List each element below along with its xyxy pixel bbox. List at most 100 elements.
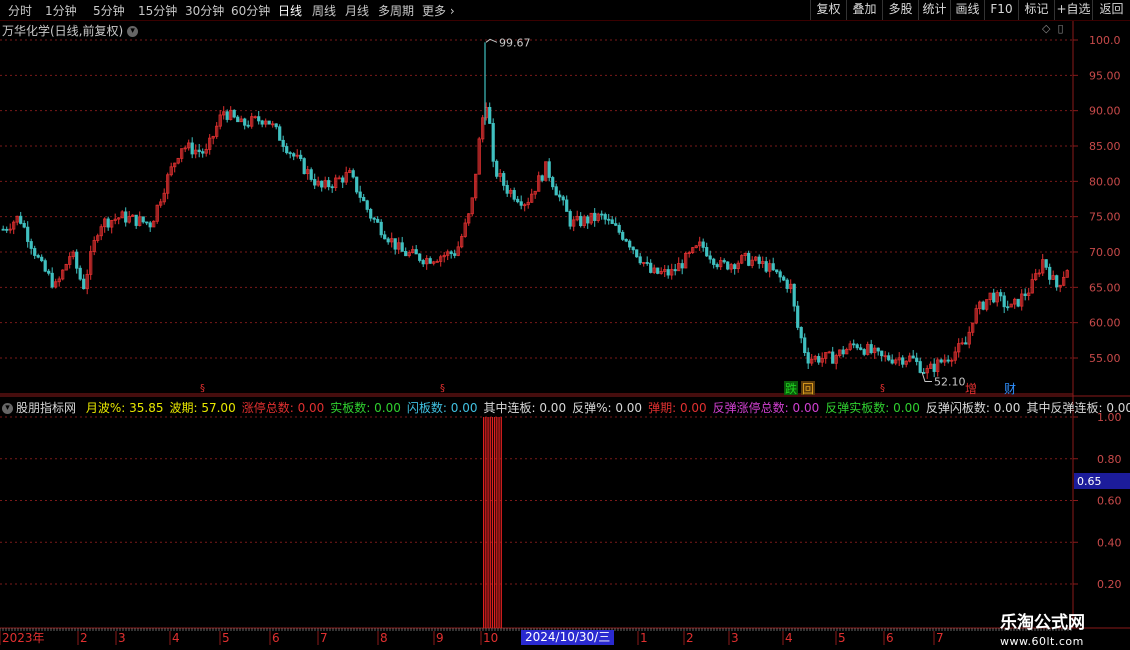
indicator-bar bbox=[494, 417, 496, 628]
candle-body bbox=[453, 253, 457, 256]
candle-body bbox=[775, 269, 779, 273]
indicator-tick-label: 0.80 bbox=[1097, 453, 1122, 466]
candle-body bbox=[579, 215, 583, 227]
candle-body bbox=[785, 279, 789, 289]
indicator-field-value: 0.00 bbox=[893, 401, 920, 415]
candle-body bbox=[26, 226, 30, 242]
indicator-tick-label: 0.20 bbox=[1097, 578, 1122, 591]
candle-body bbox=[610, 219, 614, 225]
indicator-bar bbox=[485, 417, 487, 628]
indicator-field-label: 其中连板 bbox=[483, 401, 532, 415]
candle-body bbox=[859, 347, 863, 350]
candle-body bbox=[225, 111, 229, 120]
candle-body bbox=[404, 250, 408, 257]
price-tick-label: 100.0 bbox=[1089, 34, 1121, 47]
candle-body bbox=[614, 223, 618, 226]
candle-body bbox=[274, 123, 278, 128]
candle-body bbox=[551, 177, 555, 188]
candle-body bbox=[145, 221, 149, 224]
indicator-field: 其中连板: 0.00 bbox=[483, 401, 567, 415]
indicator-field-label: 月波% bbox=[85, 401, 122, 415]
candle-body bbox=[708, 255, 712, 260]
candle-body bbox=[197, 149, 201, 153]
candle-body bbox=[428, 258, 432, 264]
candle-body bbox=[992, 292, 996, 303]
candle-body bbox=[309, 169, 313, 180]
candle-body bbox=[999, 292, 1003, 297]
candle-body bbox=[134, 214, 138, 226]
candle-body bbox=[351, 170, 355, 178]
indicator-field-value: 0.00 bbox=[450, 401, 478, 415]
candle-body bbox=[757, 256, 761, 264]
candle-body bbox=[201, 151, 205, 154]
candle-body bbox=[792, 283, 796, 307]
candle-body bbox=[512, 190, 516, 200]
indicator-field-label: 反弹涨停总数 bbox=[712, 401, 785, 415]
candle-body bbox=[747, 252, 751, 266]
candle-body bbox=[1023, 293, 1027, 297]
candle-body bbox=[964, 342, 968, 345]
candle-body bbox=[726, 261, 730, 270]
indicator-chevron-icon[interactable]: ▾ bbox=[2, 403, 13, 414]
candle-body bbox=[1002, 295, 1006, 308]
price-tick-label: 80.00 bbox=[1089, 175, 1121, 188]
candle-body bbox=[75, 251, 79, 269]
indicator-bar bbox=[489, 417, 491, 628]
candle-body bbox=[421, 260, 425, 265]
date-label: 1 bbox=[640, 631, 648, 645]
indicator-field: 弹期: 0.00 bbox=[648, 401, 707, 415]
candle-body bbox=[505, 185, 509, 194]
indicator-field-value: 0.00 bbox=[539, 401, 567, 415]
candle-body bbox=[1016, 298, 1020, 307]
indicator-field-label: 闪板数 bbox=[406, 401, 443, 415]
candle-body bbox=[911, 355, 915, 359]
event-marker[interactable]: 财 bbox=[1004, 382, 1016, 396]
indicator-field-label: 涨停总数 bbox=[241, 401, 290, 415]
indicator-field: 闪板数: 0.00 bbox=[406, 401, 478, 415]
candle-body bbox=[649, 262, 653, 273]
candle-body bbox=[701, 241, 705, 248]
candle-body bbox=[299, 154, 303, 159]
candle-body bbox=[855, 344, 859, 349]
indicator-field: 涨停总数: 0.00 bbox=[241, 401, 325, 415]
indicator-field: 实板数: 0.00 bbox=[330, 401, 401, 415]
candle-body bbox=[267, 120, 271, 125]
candle-body bbox=[502, 173, 506, 186]
indicator-bar bbox=[491, 417, 494, 628]
candle-body bbox=[1006, 306, 1010, 309]
candle-body bbox=[918, 361, 922, 373]
indicator-field-value: 0.00 bbox=[374, 401, 401, 415]
candle-body bbox=[141, 216, 145, 223]
indicator-field: 月波%: 35.85 bbox=[85, 401, 164, 415]
candle-body bbox=[638, 256, 642, 264]
candle-body bbox=[771, 263, 775, 271]
event-marker[interactable]: 跌 bbox=[785, 381, 797, 396]
price-tick-label: 65.00 bbox=[1089, 281, 1121, 294]
candle-body bbox=[365, 200, 369, 210]
date-label: 5 bbox=[222, 631, 230, 645]
candle-body bbox=[880, 350, 884, 357]
date-label: 6 bbox=[886, 631, 894, 645]
price-tick-label: 90.00 bbox=[1089, 105, 1121, 118]
candle-body bbox=[341, 177, 345, 183]
candle-body bbox=[47, 270, 51, 274]
candle-body bbox=[82, 278, 86, 290]
indicator-field-label: 反弹闪板数 bbox=[925, 401, 986, 415]
watermark-url: www.60lt.com bbox=[1000, 635, 1084, 648]
current-value-label: 0.65 bbox=[1077, 475, 1102, 488]
indicator-bar bbox=[487, 417, 489, 628]
signal-marker-icon: § bbox=[880, 383, 885, 394]
price-tick-label: 60.00 bbox=[1089, 317, 1121, 330]
candle-body bbox=[495, 160, 499, 177]
candle-body bbox=[624, 238, 628, 242]
candle-body bbox=[635, 249, 639, 258]
candle-body bbox=[148, 222, 152, 228]
candle-body bbox=[22, 223, 26, 228]
event-marker[interactable]: 回 bbox=[802, 382, 814, 396]
event-marker[interactable]: 增 bbox=[965, 382, 977, 396]
indicator-field: 反弹%: 0.00 bbox=[572, 401, 643, 415]
indicator-bar bbox=[498, 417, 500, 628]
candle-body bbox=[607, 218, 611, 221]
candle-body bbox=[320, 180, 324, 188]
date-label: 5 bbox=[838, 631, 846, 645]
